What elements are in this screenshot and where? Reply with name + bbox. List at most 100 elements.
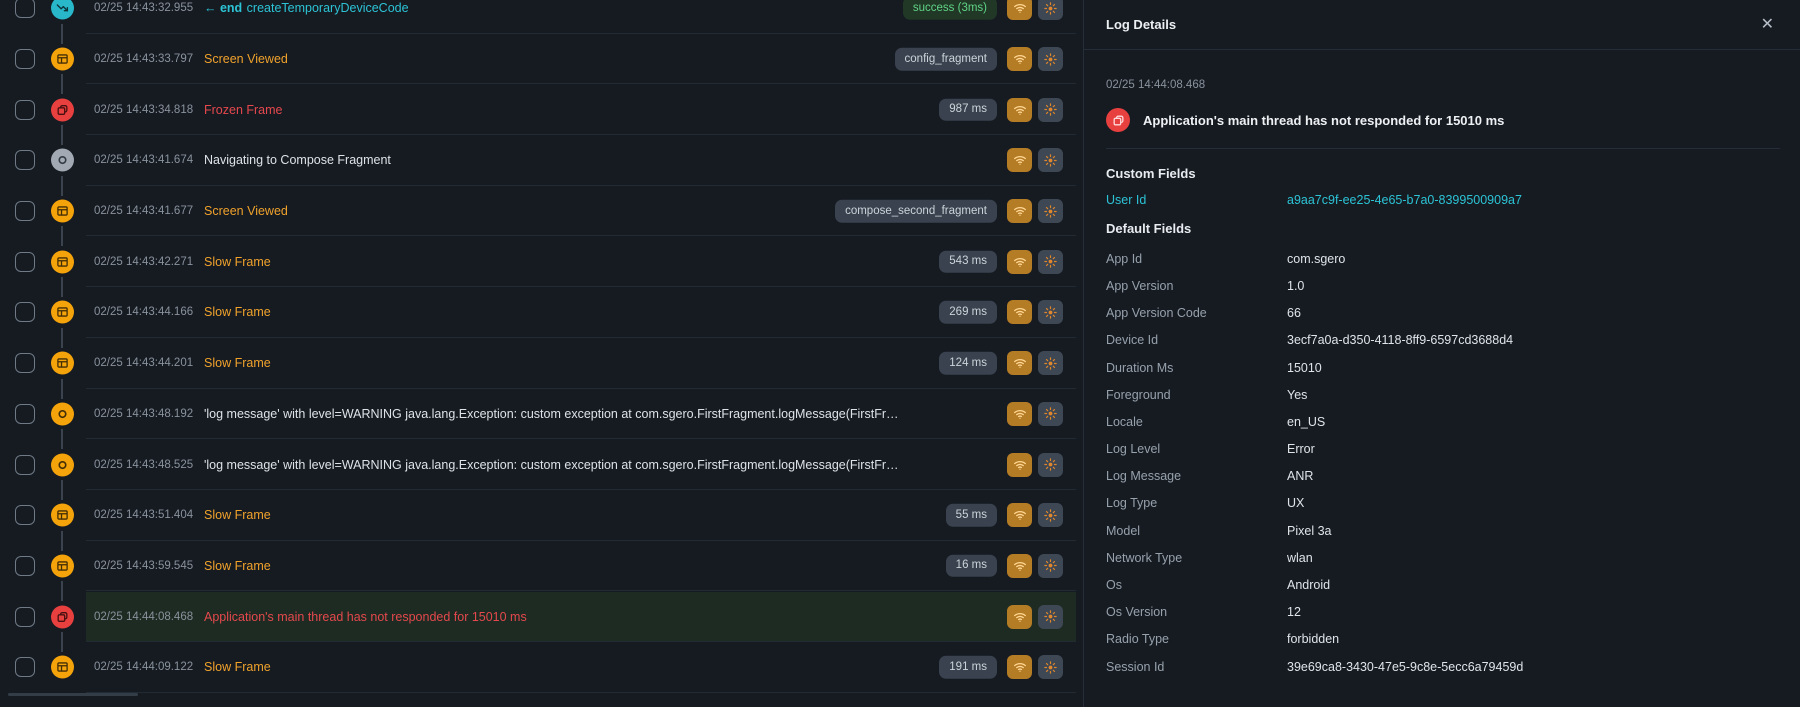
log-row[interactable]: 02/25 14:43:42.271 Slow Frame 543 ms — [0, 236, 1083, 287]
row-checkbox[interactable] — [15, 100, 35, 120]
network-icon-button[interactable] — [1007, 453, 1032, 477]
row-timestamp: 02/25 14:43:44.201 — [94, 357, 193, 369]
row-timestamp: 02/25 14:43:48.192 — [94, 408, 193, 420]
flare-icon-button[interactable] — [1038, 0, 1063, 20]
log-row[interactable]: 02/25 14:43:44.201 Slow Frame 124 ms — [0, 338, 1083, 389]
row-title: Slow Frame — [204, 508, 971, 522]
field-label: App Id — [1106, 252, 1287, 266]
log-row[interactable]: 02/25 14:43:41.677 Screen Viewed compose… — [0, 186, 1083, 237]
breadcrumb-icon — [51, 149, 74, 172]
row-checkbox[interactable] — [15, 404, 35, 424]
row-timestamp: 02/25 14:43:41.674 — [94, 154, 193, 166]
screen-icon — [51, 656, 74, 679]
log-row[interactable]: 02/25 14:43:48.525 'log message' with le… — [0, 439, 1083, 490]
row-checkbox[interactable] — [15, 505, 35, 525]
network-icon-button[interactable] — [1007, 199, 1032, 223]
close-icon[interactable]: ✕ — [1761, 17, 1774, 33]
field-value: 39e69ca8-3430-47e5-9c8e-5ecc6a79459d — [1287, 660, 1780, 674]
sun-icon — [1043, 52, 1058, 67]
row-badge: 987 ms — [939, 98, 997, 121]
log-row[interactable]: 02/25 14:43:41.674 Navigating to Compose… — [0, 135, 1083, 186]
row-title: Slow Frame — [204, 660, 971, 674]
row-checkbox[interactable] — [15, 201, 35, 221]
sun-icon — [1043, 102, 1058, 117]
sun-icon — [1043, 558, 1058, 573]
session-timeline: 02/25 14:43:32.955 ← end createTemporary… — [0, 0, 1083, 707]
row-checkbox[interactable] — [15, 150, 35, 170]
row-checkbox[interactable] — [15, 252, 35, 272]
log-monitor-app: 02/25 14:43:32.955 ← end createTemporary… — [0, 0, 1800, 707]
flare-icon-button[interactable] — [1038, 98, 1063, 122]
row-title: Application's main thread has not respon… — [204, 610, 971, 624]
row-title: Navigating to Compose Fragment — [204, 153, 971, 167]
flare-icon-button[interactable] — [1038, 605, 1063, 629]
flare-icon-button[interactable] — [1038, 655, 1063, 679]
row-checkbox[interactable] — [15, 353, 35, 373]
field-label: App Version Code — [1106, 306, 1287, 320]
log-row[interactable]: 02/25 14:43:33.797 Screen Viewed config_… — [0, 34, 1083, 85]
network-icon-button[interactable] — [1007, 98, 1032, 122]
row-checkbox[interactable] — [15, 607, 35, 627]
wifi-icon — [1013, 508, 1027, 522]
field-value[interactable]: a9aa7c9f-ee25-4e65-b7a0-8399500909a7 — [1287, 193, 1780, 207]
sun-icon — [1043, 660, 1058, 675]
network-icon-button[interactable] — [1007, 605, 1032, 629]
log-row[interactable]: 02/25 14:43:32.955 ← end createTemporary… — [0, 0, 1083, 34]
divider — [1106, 148, 1780, 149]
row-title: Frozen Frame — [204, 103, 971, 117]
sun-icon — [1043, 457, 1058, 472]
flare-icon-button[interactable] — [1038, 47, 1063, 71]
row-checkbox[interactable] — [15, 556, 35, 576]
network-icon-button[interactable] — [1007, 47, 1032, 71]
log-row[interactable]: 02/25 14:43:44.166 Slow Frame 269 ms — [0, 287, 1083, 338]
log-row[interactable]: 02/25 14:43:48.192 'log message' with le… — [0, 389, 1083, 440]
log-row[interactable]: 02/25 14:43:59.545 Slow Frame 16 ms — [0, 541, 1083, 592]
field-label: Log Level — [1106, 442, 1287, 456]
row-checkbox[interactable] — [15, 657, 35, 677]
flare-icon-button[interactable] — [1038, 503, 1063, 527]
flare-icon-button[interactable] — [1038, 453, 1063, 477]
flare-icon-button[interactable] — [1038, 351, 1063, 375]
field-value: 12 — [1287, 605, 1780, 619]
flare-icon-button[interactable] — [1038, 250, 1063, 274]
network-icon-button[interactable] — [1007, 402, 1032, 426]
network-icon-button[interactable] — [1007, 250, 1032, 274]
log-message-icon — [51, 453, 74, 476]
detail-field-row: App Version 1.0 — [1106, 272, 1780, 299]
custom-fields-list: User Id a9aa7c9f-ee25-4e65-b7a0-83995009… — [1106, 186, 1780, 213]
log-row[interactable]: 02/25 14:43:34.818 Frozen Frame 987 ms — [0, 84, 1083, 135]
flare-icon-button[interactable] — [1038, 402, 1063, 426]
row-badge: 55 ms — [946, 504, 997, 527]
flare-icon-button[interactable] — [1038, 148, 1063, 172]
log-row[interactable]: 02/25 14:43:51.404 Slow Frame 55 ms — [0, 490, 1083, 541]
row-checkbox[interactable] — [15, 49, 35, 69]
log-row[interactable]: 02/25 14:44:08.468 Application's main th… — [0, 591, 1083, 642]
network-icon-button[interactable] — [1007, 503, 1032, 527]
log-row[interactable]: 02/25 14:44:09.122 Slow Frame 191 ms — [0, 642, 1083, 693]
detail-field-row: Session Id 39e69ca8-3430-47e5-9c8e-5ecc6… — [1106, 653, 1780, 680]
network-icon-button[interactable] — [1007, 300, 1032, 324]
field-label: User Id — [1106, 193, 1287, 207]
detail-field-row: Os Version 12 — [1106, 599, 1780, 626]
sun-icon — [1043, 609, 1058, 624]
detail-field-row: Log Message ANR — [1106, 463, 1780, 490]
row-checkbox[interactable] — [15, 302, 35, 322]
flare-icon-button[interactable] — [1038, 199, 1063, 223]
flare-icon-button[interactable] — [1038, 554, 1063, 578]
row-checkbox[interactable] — [15, 455, 35, 475]
field-value: Android — [1287, 578, 1780, 592]
network-icon-button[interactable] — [1007, 148, 1032, 172]
network-icon-button[interactable] — [1007, 0, 1032, 20]
field-value: com.sgero — [1287, 252, 1780, 266]
log-title: Application's main thread has not respon… — [1143, 113, 1504, 128]
detail-field-row: Log Level Error — [1106, 436, 1780, 463]
log-row-list: 02/25 14:43:32.955 ← end createTemporary… — [0, 0, 1083, 693]
network-icon-button[interactable] — [1007, 655, 1032, 679]
network-icon-button[interactable] — [1007, 554, 1032, 578]
log-details-panel: Log Details ✕ 02/25 14:44:08.468 Applica… — [1083, 0, 1800, 707]
row-title: Slow Frame — [204, 255, 971, 269]
network-icon-button[interactable] — [1007, 351, 1032, 375]
flare-icon-button[interactable] — [1038, 300, 1063, 324]
row-checkbox[interactable] — [15, 0, 35, 18]
horizontal-scrollbar[interactable] — [8, 693, 138, 696]
